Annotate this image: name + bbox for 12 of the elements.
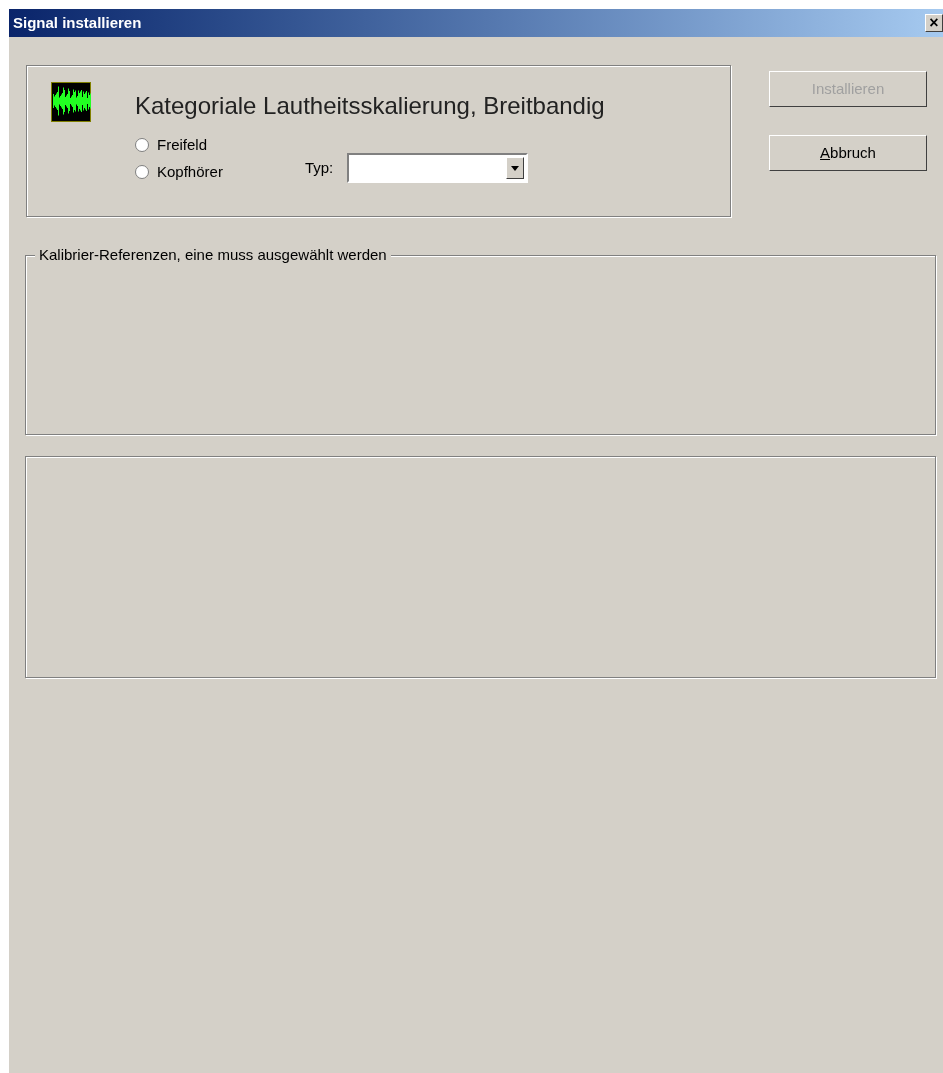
radio-option[interactable]: Freifeld: [135, 134, 223, 157]
radio-option[interactable]: Kopfhörer: [135, 160, 223, 183]
type-dropdown[interactable]: [347, 153, 529, 183]
window-title: Signal installieren: [13, 12, 142, 33]
signal-title: Kategoriale Lautheitsskalierung, Breitbandig: [135, 91, 605, 121]
type-label: Typ:: [304, 157, 334, 178]
radio-button[interactable]: [135, 164, 149, 179]
cancel-button[interactable]: Abbruch: [769, 135, 927, 171]
radio-button[interactable]: [135, 138, 149, 153]
close-button[interactable]: ×: [925, 14, 943, 32]
waveform-icon: [51, 82, 91, 122]
group-title: Kalibrier-Referenzen, eine muss ausgewählt werden: [35, 247, 391, 263]
